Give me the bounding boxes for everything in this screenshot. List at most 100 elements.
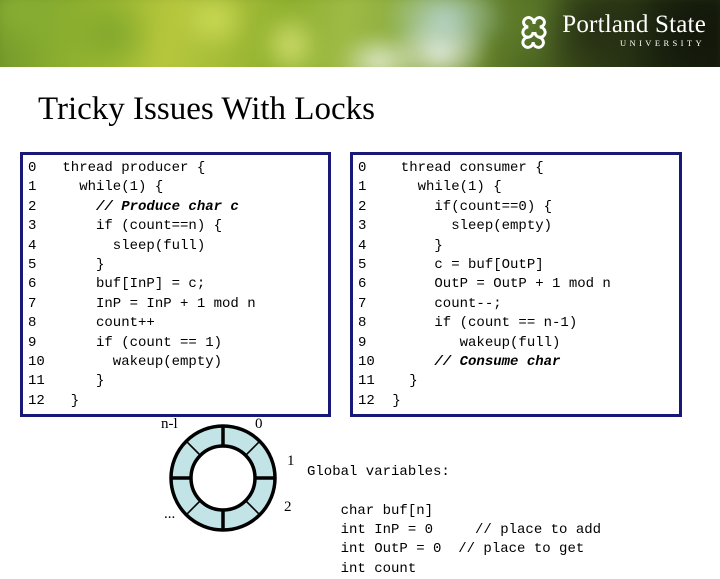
code-line: 1 while(1) {: [358, 178, 674, 197]
page-title: Tricky Issues With Locks: [38, 91, 375, 127]
code-line-number: 10: [28, 354, 45, 371]
globals-line: int OutP = 0 // place to get: [307, 541, 585, 558]
code-line-number: 4: [28, 237, 37, 254]
code-line-number: 3: [28, 218, 37, 235]
code-line-source: }: [384, 373, 418, 390]
globals-line: char buf[n]: [307, 502, 434, 519]
ring-inner-circle: [189, 444, 257, 512]
psu-knot-icon: [513, 11, 555, 58]
code-line-number: 7: [28, 295, 37, 312]
code-line-source: thread producer {: [54, 160, 206, 176]
code-line: 9 wakeup(full): [358, 334, 674, 353]
code-line: 6 OutP = OutP + 1 mod n: [358, 275, 674, 294]
code-line-number: 4: [358, 237, 367, 254]
psu-subwordmark: UNIVERSITY: [620, 38, 705, 48]
code-line-source: if(count==0) {: [384, 198, 553, 215]
code-line-number: 9: [358, 334, 367, 351]
code-line: 2 // Produce char c: [28, 198, 323, 217]
code-line-source: // Produce char c: [54, 198, 239, 215]
circular-buffer-diagram: n-l 0 1 2 ...: [150, 416, 325, 540]
code-line: 8 count++: [28, 314, 323, 333]
code-line: 6 buf[InP] = c;: [28, 275, 323, 294]
code-line-number: 2: [28, 198, 37, 215]
psu-logo: Portland State UNIVERSITY: [513, 11, 706, 58]
code-line-source: }: [54, 392, 80, 409]
code-line-source: sleep(full): [54, 237, 206, 254]
code-line-source: // Consume char: [384, 354, 561, 371]
code-line-source: if (count == n-1): [384, 315, 578, 332]
consumer-code-box: 0 thread consumer {1 while(1) {2 if(coun…: [350, 152, 682, 417]
code-line-source: buf[InP] = c;: [54, 276, 206, 293]
code-line-number: 5: [358, 257, 367, 274]
globals-heading: Global variables:: [307, 463, 450, 480]
code-line-number: 10: [358, 354, 375, 371]
code-line: 12 }: [358, 392, 674, 411]
code-line-source: InP = InP + 1 mod n: [54, 295, 256, 312]
code-line-number: 8: [358, 315, 367, 332]
code-line: 8 if (count == n-1): [358, 314, 674, 333]
psu-wordmark: Portland State: [562, 11, 706, 38]
code-line: 12 }: [28, 392, 323, 411]
ring-label-n-minus-1: n-l: [161, 416, 178, 432]
code-line-source: thread consumer {: [384, 160, 544, 176]
code-line-number: 6: [28, 276, 37, 293]
psu-logo-text: Portland State UNIVERSITY: [562, 11, 706, 49]
ring-label-ellipsis: ...: [164, 506, 176, 522]
code-line-number: 5: [28, 257, 37, 274]
code-line-source: sleep(empty): [384, 218, 553, 235]
code-line-number: 0: [28, 160, 37, 176]
code-line-source: c = buf[OutP]: [384, 257, 544, 274]
code-line: 7 count--;: [358, 295, 674, 314]
code-line-source: wakeup(empty): [54, 354, 223, 371]
code-line-number: 12: [358, 392, 375, 409]
code-line-number: 0: [358, 160, 367, 176]
code-line-source: if (count == 1): [54, 334, 223, 351]
code-line: 10 // Consume char: [358, 353, 674, 372]
code-line: 11 }: [28, 372, 323, 391]
code-line-number: 11: [358, 373, 375, 390]
code-line-source: while(1) {: [54, 179, 164, 196]
globals-line: int InP = 0 // place to add: [307, 522, 602, 539]
producer-code-box: 0 thread producer {1 while(1) {2 // Prod…: [20, 152, 331, 417]
code-line-number: 1: [358, 179, 367, 196]
header-banner: Portland State UNIVERSITY: [0, 0, 720, 67]
code-line-source: while(1) {: [384, 179, 502, 196]
ring-label-two: 2: [284, 499, 292, 515]
code-line-number: 11: [28, 373, 45, 390]
code-line-number: 6: [358, 276, 367, 293]
code-line: 3 sleep(empty): [358, 217, 674, 236]
code-line: 5 }: [28, 256, 323, 275]
code-line-source: count++: [54, 315, 155, 332]
code-line: 5 c = buf[OutP]: [358, 256, 674, 275]
code-line: 11 }: [358, 372, 674, 391]
code-line: 4 sleep(full): [28, 237, 323, 256]
code-line-number: 2: [358, 198, 367, 215]
globals-line: int count: [307, 560, 417, 577]
code-line: 4 }: [358, 237, 674, 256]
code-line: 1 while(1) {: [28, 178, 323, 197]
code-line: 7 InP = InP + 1 mod n: [28, 295, 323, 314]
code-line-number: 7: [358, 295, 367, 312]
code-line: 0 thread consumer {: [358, 159, 674, 178]
global-variables-block: Global variables: char buf[n] int InP = …: [307, 424, 601, 579]
code-line: 9 if (count == 1): [28, 334, 323, 353]
code-line-source: }: [384, 237, 443, 254]
code-line-number: 1: [28, 179, 37, 196]
code-line-source: OutP = OutP + 1 mod n: [384, 276, 611, 293]
code-line-source: count--;: [384, 295, 502, 312]
code-line-number: 12: [28, 392, 45, 409]
code-line-number: 3: [358, 218, 367, 235]
code-line: 2 if(count==0) {: [358, 198, 674, 217]
code-line-source: }: [54, 257, 105, 274]
code-line-source: if (count==n) {: [54, 218, 223, 235]
code-line-source: }: [54, 373, 105, 390]
code-line: 0 thread producer {: [28, 159, 323, 178]
code-line-source: }: [384, 392, 401, 409]
ring-label-zero: 0: [255, 416, 263, 432]
code-line-source: wakeup(full): [384, 334, 561, 351]
ring-label-one: 1: [287, 453, 295, 469]
code-line: 3 if (count==n) {: [28, 217, 323, 236]
code-line-number: 9: [28, 334, 37, 351]
code-line-number: 8: [28, 315, 37, 332]
code-line: 10 wakeup(empty): [28, 353, 323, 372]
